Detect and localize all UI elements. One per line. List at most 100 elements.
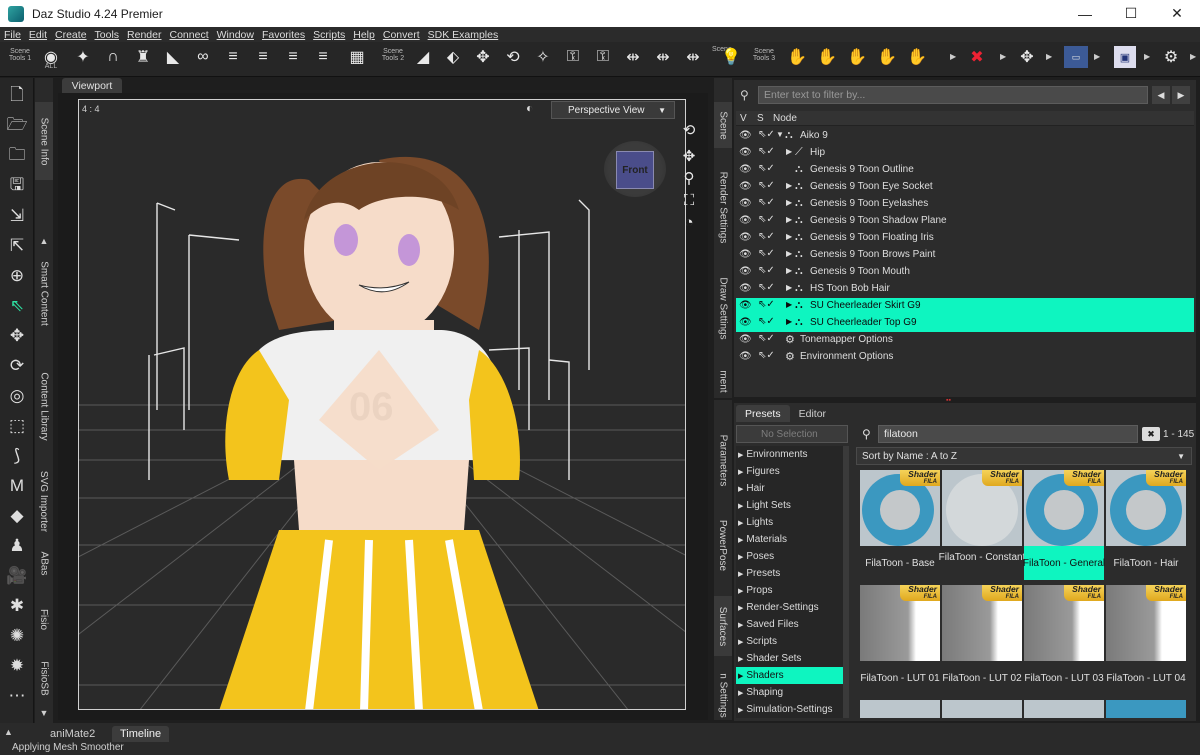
lock-pose-icon[interactable]: ⚿ <box>562 46 584 68</box>
scene-node-row[interactable]: 👁 ⇖✓ ▶ ⛬ SU Cheerleader Skirt G9 <box>736 298 1194 315</box>
expand-right-icon[interactable]: ▶ <box>738 570 743 578</box>
toolbar-more-6-icon[interactable]: ▶ <box>1190 52 1196 61</box>
expand-right-icon[interactable]: ▶ <box>738 672 743 680</box>
selectable-icon[interactable]: ⇖✓ <box>758 197 775 208</box>
scale-icon[interactable]: ⬚ <box>5 414 29 438</box>
menu-edit[interactable]: Edit <box>29 29 47 41</box>
scene-filter-input[interactable]: Enter text to filter by... <box>758 86 1148 104</box>
tab-presets[interactable]: Presets <box>736 405 790 422</box>
tab-collapse-down-icon[interactable]: ▼ <box>35 706 53 720</box>
glasses-icon[interactable]: ∞ <box>192 46 214 68</box>
preset-tile[interactable]: Shader FILA FilaToon - LUT 04 <box>1106 585 1186 695</box>
category-item[interactable]: ▶ Environments <box>736 446 843 463</box>
list-icon[interactable]: ≡ <box>222 46 244 68</box>
tab-svg-importer[interactable]: SVG Importer <box>35 456 53 546</box>
scene-node-row[interactable]: 👁 ⇖✓ ▶ ⛬ Genesis 9 Toon Brows Paint <box>736 247 1194 264</box>
toolbar-more-1-icon[interactable]: ▶ <box>950 52 956 61</box>
expand-right-icon[interactable]: ▶ <box>738 502 743 510</box>
tab-render-settings[interactable]: Render Settings <box>714 162 732 252</box>
mirror-icon[interactable]: ⇹ <box>622 46 644 68</box>
expand-right-icon[interactable]: ▶ <box>738 621 743 629</box>
clear-search-icon[interactable]: ✖ <box>1142 427 1160 441</box>
expand-right-icon[interactable]: ▶ <box>786 232 792 241</box>
menu-help[interactable]: Help <box>353 29 375 41</box>
selectable-icon[interactable]: ⇖✓ <box>758 163 775 174</box>
translate-icon[interactable]: ✥ <box>5 324 29 348</box>
pose-d-icon[interactable]: ✋ <box>876 46 898 68</box>
tab-parameters[interactable]: Parameters <box>714 420 732 500</box>
list-3-icon[interactable]: ≡ <box>282 46 304 68</box>
toolbar-more-4-icon[interactable]: ▶ <box>1094 52 1100 61</box>
category-item[interactable]: ▶ Figures <box>736 463 843 480</box>
selectable-icon[interactable]: ⇖✓ <box>758 214 775 225</box>
visibility-eye-icon[interactable]: 👁 <box>739 334 752 345</box>
toolbar-more-2-icon[interactable]: ▶ <box>1000 52 1006 61</box>
grid-icon[interactable]: ▦ <box>346 46 368 68</box>
render-preview-icon[interactable]: ▭ <box>1064 46 1088 68</box>
render-settings-icon[interactable]: ⚙ <box>1160 46 1182 68</box>
tab-abas[interactable]: ABas <box>35 538 53 588</box>
category-item[interactable]: ▶ Props <box>736 582 843 599</box>
open-folder-icon[interactable]: 🗁 <box>5 114 29 138</box>
list-4-icon[interactable]: ≡ <box>312 46 334 68</box>
scene-node-row[interactable]: 👁 ⇖✓ ▶ ⛬ Genesis 9 Toon Mouth <box>736 264 1194 281</box>
mirror-3-icon[interactable]: ⇹ <box>682 46 704 68</box>
preset-tile[interactable]: Shader FILA FilaToon - Hair <box>1106 470 1186 580</box>
tab-draw-settings[interactable]: Draw Settings <box>714 268 732 348</box>
tab-scene[interactable]: Scene <box>714 102 732 148</box>
export-icon[interactable]: ⇱ <box>5 234 29 258</box>
col-visible[interactable]: V <box>740 113 747 124</box>
mirror-2-icon[interactable]: ⇹ <box>652 46 674 68</box>
universal-icon[interactable]: ⊕ <box>5 264 29 288</box>
selectable-icon[interactable]: ⇖✓ <box>758 282 775 293</box>
expand-right-icon[interactable]: ▶ <box>738 604 743 612</box>
expand-right-icon[interactable]: ▶ <box>738 553 743 561</box>
camera-select-dropdown[interactable]: Perspective View ▼ <box>551 101 675 119</box>
category-item[interactable]: ▶ Materials <box>736 531 843 548</box>
light-bulb-icon[interactable]: 💡 <box>720 46 742 68</box>
expand-right-icon[interactable]: ▶ <box>786 181 792 190</box>
select-arrow-icon[interactable]: ⇖ <box>5 294 29 318</box>
tab-surfaces[interactable]: Surfaces <box>714 596 732 656</box>
spot-light-icon[interactable]: ✱ <box>5 594 29 618</box>
tab-animate2[interactable]: aniMate2 <box>42 726 103 742</box>
hair-icon[interactable]: ∩ <box>102 46 124 68</box>
scene-node-row[interactable]: 👁 ⇖✓ ▶ ⛬ Genesis 9 Toon Floating Iris <box>736 230 1194 247</box>
expand-right-icon[interactable]: ▶ <box>786 249 792 258</box>
selection-dropdown[interactable]: No Selection <box>736 425 848 443</box>
category-item[interactable]: ▶ Presets <box>736 565 843 582</box>
universal-tool-icon[interactable]: ✥ <box>1016 46 1038 68</box>
visibility-eye-icon[interactable]: 👁 <box>739 215 752 226</box>
visibility-eye-icon[interactable]: 👁 <box>739 351 752 362</box>
selectable-icon[interactable]: ⇖✓ <box>758 299 775 310</box>
selectable-icon[interactable]: ⇖✓ <box>758 350 775 361</box>
expand-right-icon[interactable]: ▶ <box>738 451 743 459</box>
scene-node-row[interactable]: 👁 ⇖✓ ▶ ⛬ Genesis 9 Toon Eyelashes <box>736 196 1194 213</box>
transform-icon[interactable]: ⬖ <box>442 46 464 68</box>
tab-content-library[interactable]: Content Library <box>35 351 53 461</box>
selectable-icon[interactable]: ⇖✓ <box>758 231 775 242</box>
scene-node-row[interactable]: 👁 ⇖✓ ⛬ Genesis 9 Toon Outline <box>736 162 1194 179</box>
render-icon[interactable]: ▣ <box>1114 46 1136 68</box>
save-icon[interactable]: 🖫 <box>5 174 29 198</box>
zoom-icon[interactable]: ⚲ <box>679 168 699 188</box>
more-tools-icon[interactable]: ⋯ <box>5 684 29 708</box>
menu-favorites[interactable]: Favorites <box>262 29 305 41</box>
expand-right-icon[interactable]: ▶ <box>738 689 743 697</box>
bottom-collapse-icon[interactable]: ▲ <box>4 727 13 737</box>
visibility-eye-icon[interactable]: 👁 <box>739 181 752 192</box>
node-weight-icon[interactable]: M <box>5 474 29 498</box>
scene-node-row[interactable]: 👁 ⇖✓ ▶ ⛬ Genesis 9 Toon Eye Socket <box>736 179 1194 196</box>
pose-e-icon[interactable]: ✋ <box>906 46 928 68</box>
geometry-editor-icon[interactable]: ♟ <box>5 534 29 558</box>
category-item[interactable]: ▶ Shaping <box>736 684 843 701</box>
figure-icon[interactable]: ✦ <box>72 46 94 68</box>
col-selectable[interactable]: S <box>757 113 764 124</box>
viewport-canvas[interactable]: 06 <box>78 99 686 710</box>
expand-right-icon[interactable]: ▶ <box>738 587 743 595</box>
distant-light-icon[interactable]: ✺ <box>5 624 29 648</box>
selectable-icon[interactable]: ⇖✓ <box>758 333 775 344</box>
tab-scene-info[interactable]: Scene Info <box>35 102 53 180</box>
col-node[interactable]: Node <box>773 113 797 124</box>
visibility-eye-icon[interactable]: 👁 <box>739 164 752 175</box>
